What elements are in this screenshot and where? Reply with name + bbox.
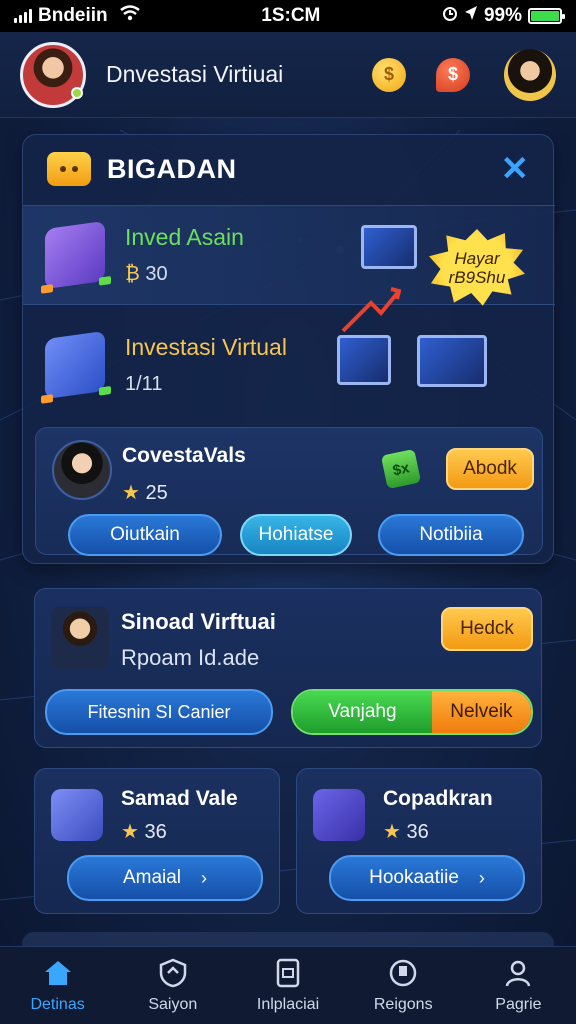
app-header: Dnvestasi Virtiuai $ $ <box>0 32 576 118</box>
laptop-icon <box>41 330 111 404</box>
profile-card: CovestaVals ★ 25 $x Abodk Oiutkain Hohia… <box>35 427 543 556</box>
avatar <box>51 607 109 669</box>
close-icon[interactable]: ✕ <box>501 152 530 186</box>
profile-action-button[interactable]: Abodk <box>446 448 534 490</box>
alarm-icon <box>442 5 458 27</box>
tab-label: Detinas <box>30 995 85 1013</box>
bottom-tab-bar: Detinas Saiyon Inlplaciai Reigons Pagrie <box>0 946 576 1024</box>
badge-icon <box>388 958 418 988</box>
tab-pagrie[interactable]: Pagrie <box>461 947 576 1024</box>
star-icon: ★ <box>121 821 139 843</box>
investment-value: 1/11 <box>125 373 163 395</box>
monitor-icon <box>361 225 417 269</box>
mini-card-value: ★ 36 <box>383 821 429 843</box>
mini-card-button[interactable]: Hookaatiie › <box>329 855 525 901</box>
battery-percent: 99% <box>483 5 522 26</box>
monitor-icon <box>337 335 391 385</box>
bitcoin-icon: ₿ <box>125 263 140 285</box>
virtual-account-card: Sinoad Virftuai Rpoam Id.ade Hedck Fites… <box>34 588 542 748</box>
document-icon <box>273 958 303 988</box>
card-subtitle: Rpoam Id.ade <box>121 645 260 670</box>
check-button[interactable]: Hedck <box>441 607 533 651</box>
tab-label: Reigons <box>373 995 433 1013</box>
server-icon <box>41 220 111 294</box>
mini-card: Copadkran ★ 36 Hookaatiie › <box>296 768 542 914</box>
mini-card-title: Copadkran <box>383 787 493 810</box>
investment-title: Investasi Virtual <box>125 334 287 360</box>
money-icon: $x <box>380 448 422 490</box>
mini-card-title: Samad Vale <box>121 787 238 810</box>
profile-avatar[interactable] <box>504 48 556 101</box>
chat-icon <box>47 152 91 186</box>
status-bar: Bndeiin 1S:CM 99% <box>0 0 576 32</box>
document-icon <box>313 789 365 841</box>
tab-home[interactable]: Detinas <box>0 947 115 1024</box>
person-icon <box>503 958 533 988</box>
user-avatar[interactable] <box>20 41 86 108</box>
profile-button-1[interactable]: Oiutkain <box>68 514 222 556</box>
home-icon <box>43 958 73 988</box>
investment-title: Inved Asain <box>125 224 244 250</box>
clock: 1S:CM <box>261 5 321 26</box>
chevron-right-icon: › <box>201 867 208 888</box>
app-title: Dnvestasi Virtiuai <box>106 61 284 87</box>
chart-arrow-icon <box>341 287 401 333</box>
tab-inlplaciai[interactable]: Inlplaciai <box>230 947 345 1024</box>
signal-icon <box>14 9 32 23</box>
avatar <box>52 440 112 500</box>
split-toggle: Vanjahg Nelveik <box>291 689 533 735</box>
panel-title: BIGADAN <box>107 153 237 184</box>
tab-label: Pagrie <box>495 995 542 1013</box>
star-icon: ★ <box>122 482 140 504</box>
profile-button-2[interactable]: Hohiatse <box>240 514 352 556</box>
profile-name: CovestaVals <box>122 444 246 467</box>
promo-badge: Hayar rB9Shu <box>429 229 525 306</box>
mini-card: Samad Vale ★ 36 Amaial › <box>34 768 280 914</box>
wifi-icon <box>119 5 140 27</box>
panel-header: BIGADAN ✕ <box>23 135 553 203</box>
main-panel: BIGADAN ✕ Inved Asain ₿ 30 Investasi Vir… <box>22 134 555 564</box>
tab-label: Saiyon <box>148 995 198 1013</box>
card-title: Sinoad Virftuai <box>121 609 276 634</box>
investment-value: ₿ 30 <box>125 263 168 285</box>
reward-icon[interactable]: $ <box>436 57 470 92</box>
coin-icon[interactable]: $ <box>372 57 406 92</box>
laptop-icon <box>417 335 487 387</box>
profile-score: ★ 25 <box>122 482 168 504</box>
split-left-button[interactable]: Vanjahg <box>293 691 432 733</box>
online-indicator <box>71 86 83 99</box>
tab-saiyon[interactable]: Saiyon <box>115 947 230 1024</box>
primary-action-button[interactable]: Fitesnin SI Canier <box>45 689 273 735</box>
tab-reigons[interactable]: Reigons <box>346 947 461 1024</box>
trading-illustration: Hayar rB9Shu <box>331 215 531 425</box>
mini-card-button[interactable]: Amaial › <box>67 855 263 901</box>
chevron-right-icon: › <box>478 867 485 888</box>
star-icon: ★ <box>383 821 401 843</box>
location-icon <box>464 5 478 27</box>
carrier-name: Bndeiin <box>38 5 108 26</box>
battery-icon <box>527 8 565 24</box>
tab-label: Inlplaciai <box>256 995 320 1013</box>
mini-card-value: ★ 36 <box>121 821 167 843</box>
shield-icon <box>158 958 188 988</box>
profile-button-3[interactable]: Notibiia <box>378 514 524 556</box>
split-right-button[interactable]: Nelveik <box>431 691 531 733</box>
wallet-icon <box>51 789 103 841</box>
